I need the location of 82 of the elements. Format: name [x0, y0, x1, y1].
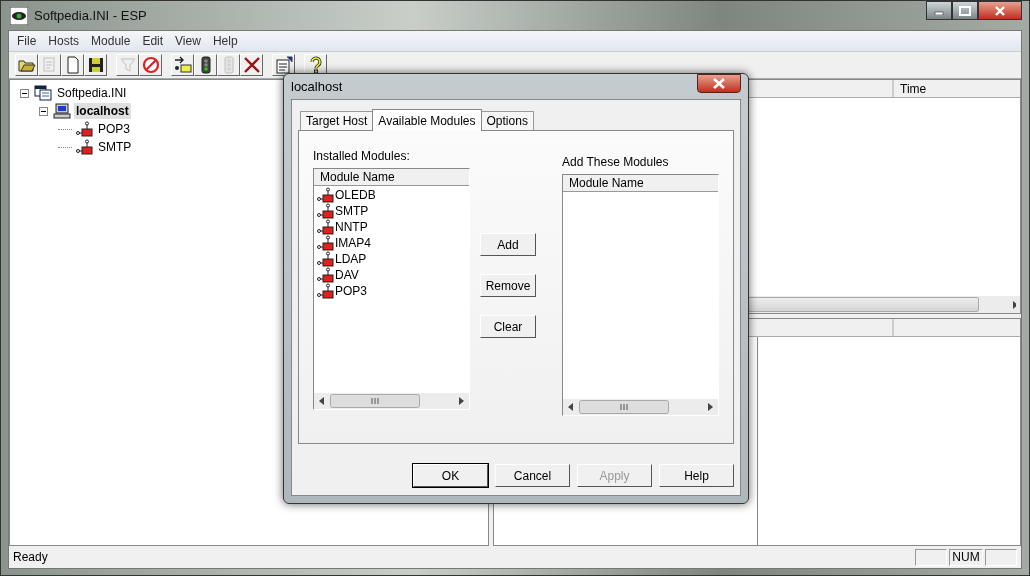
module-icon — [316, 235, 334, 251]
dialog-button[interactable]: OK — [413, 464, 488, 487]
no-entry-icon — [141, 56, 160, 74]
tree-item[interactable]: SMTP — [96, 139, 134, 155]
menu-item[interactable]: Hosts — [42, 34, 86, 48]
menu-item[interactable]: Edit — [136, 34, 170, 48]
horizontal-scrollbar[interactable] — [563, 399, 718, 415]
collapse-icon[interactable] — [39, 106, 48, 116]
module-name[interactable]: OLEDB — [335, 188, 376, 202]
left-arrow-icon[interactable] — [318, 397, 326, 405]
scroll-thumb[interactable] — [579, 400, 669, 414]
new-tool-button[interactable] — [61, 54, 84, 76]
status-text: Ready — [13, 550, 48, 564]
module-icon — [316, 203, 334, 219]
help-tool-button[interactable] — [304, 54, 327, 76]
eye-icon — [10, 6, 28, 25]
menu-item[interactable]: Module — [85, 34, 137, 48]
module-name[interactable]: DAV — [335, 268, 359, 282]
modules-to-add-list[interactable]: Module Name — [562, 174, 719, 416]
list-label: Installed Modules: — [313, 149, 411, 165]
close-icon — [994, 5, 1006, 16]
connect-tool-button[interactable] — [171, 54, 194, 76]
tab[interactable]: Options — [480, 111, 534, 130]
module-name[interactable]: IMAP4 — [335, 236, 371, 250]
maximize-icon — [959, 5, 971, 16]
delete-tool-button[interactable] — [240, 54, 263, 76]
properties-tool-button[interactable] — [272, 54, 295, 76]
dialog-title: localhost — [291, 79, 343, 94]
minimize-button[interactable] — [926, 1, 952, 20]
floppy-icon — [86, 56, 105, 74]
action-button[interactable]: Remove — [480, 274, 536, 297]
scroll-thumb[interactable] — [330, 394, 420, 408]
collapse-icon[interactable] — [20, 88, 29, 98]
close-button[interactable] — [978, 1, 1022, 20]
right-arrow-icon[interactable] — [457, 397, 465, 405]
form-icon — [274, 56, 293, 74]
module-name[interactable]: POP3 — [335, 284, 367, 298]
action-button[interactable]: Add — [480, 233, 536, 256]
computer-icon — [53, 103, 71, 119]
dialog-button[interactable]: Cancel — [495, 464, 570, 487]
list-label: Add These Modules — [562, 155, 670, 171]
tab[interactable]: Available Modules — [372, 109, 482, 131]
menu-item[interactable]: Help — [206, 34, 244, 48]
status-pane — [915, 548, 947, 566]
module-name[interactable]: NNTP — [335, 220, 368, 234]
module-name[interactable]: LDAP — [335, 252, 367, 266]
cross-icon — [242, 56, 261, 74]
installed-modules-list[interactable]: Module Name OLEDB SMTP NNTP IMAP4 LDAP DAV POP3 — [313, 168, 470, 410]
dialog-button[interactable]: Help — [659, 464, 734, 487]
open-tool-button[interactable] — [15, 54, 38, 76]
module-icon — [75, 139, 93, 155]
module-icon — [316, 187, 334, 203]
module-icon — [316, 267, 334, 283]
module-icon — [316, 219, 334, 235]
window-title: Softpedia.INI - ESP — [34, 8, 147, 23]
tree-item[interactable]: Softpedia.INI — [55, 85, 129, 101]
module-icon — [316, 283, 334, 299]
menu-item[interactable]: File — [11, 34, 43, 48]
close-button[interactable] — [697, 74, 741, 93]
action-button[interactable]: Clear — [480, 315, 536, 338]
documents-icon — [34, 85, 52, 101]
left-arrow-icon[interactable] — [567, 403, 575, 411]
maximize-button[interactable] — [952, 1, 978, 20]
column-header[interactable]: Module Name — [563, 175, 718, 192]
horizontal-scrollbar[interactable] — [314, 393, 469, 409]
plug-icon — [173, 56, 192, 74]
save-tool-button[interactable] — [84, 54, 107, 76]
module-name[interactable]: SMTP — [335, 204, 369, 218]
tab[interactable]: Target Host — [300, 111, 374, 130]
light-tool-button[interactable] — [194, 54, 217, 76]
num-lock-indicator: NUM — [949, 548, 983, 566]
module-icon — [75, 121, 93, 137]
funnel-icon — [118, 56, 137, 74]
right-arrow-icon[interactable] — [706, 403, 714, 411]
module-icon — [316, 251, 334, 267]
column-header[interactable]: Module Name — [314, 169, 469, 186]
tree-item[interactable]: POP3 — [96, 121, 132, 137]
close-icon — [712, 78, 726, 89]
tree-item[interactable]: localhost — [74, 103, 131, 119]
stop-tool-button[interactable] — [139, 54, 162, 76]
status-pane — [985, 548, 1017, 566]
menu-item[interactable]: View — [169, 34, 207, 48]
